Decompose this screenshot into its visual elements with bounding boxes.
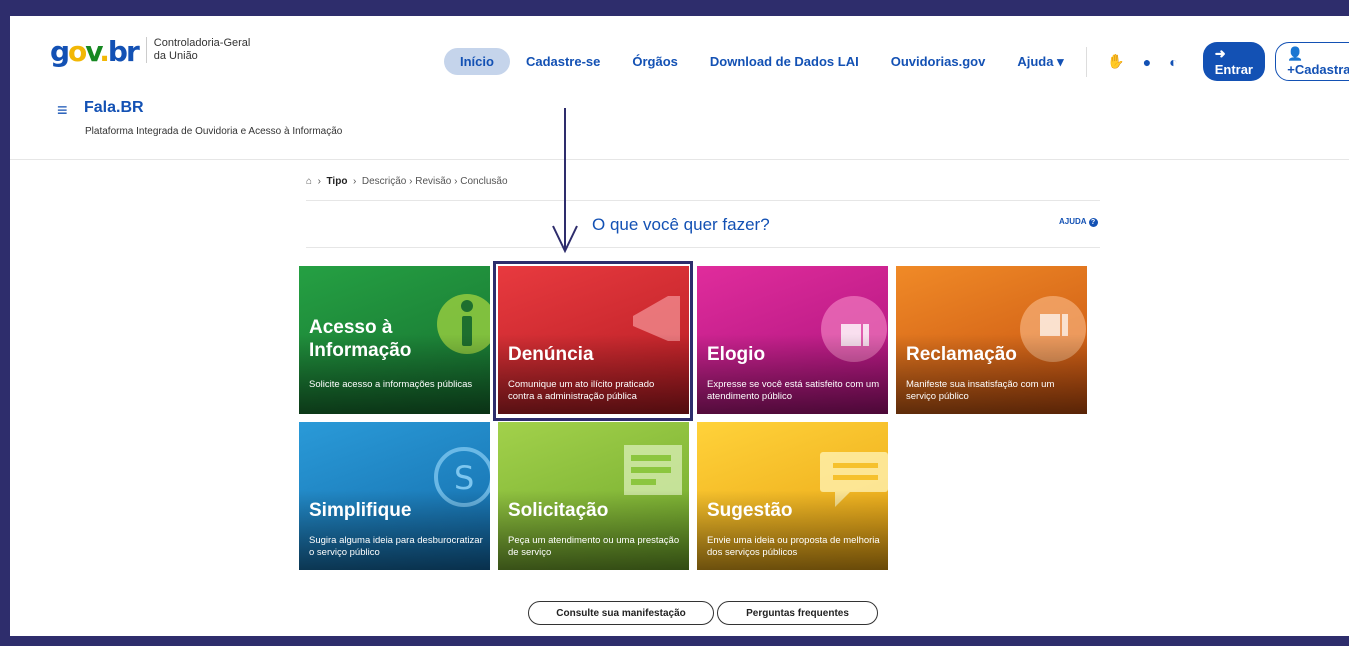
card-solicitacao[interactable]: Solicitação Peça um atendimento ou uma p… — [498, 422, 689, 570]
card-reclamacao[interactable]: Reclamação Manifeste sua insatisfação co… — [896, 266, 1087, 414]
login-icon: ➜ — [1214, 46, 1226, 61]
system-subtitle: Plataforma Integrada de Ouvidoria e Aces… — [85, 126, 343, 137]
nav-divider — [1085, 46, 1087, 77]
entrar-button[interactable]: ➜ Entrar — [1202, 42, 1266, 81]
card-title: Sugestão — [707, 500, 793, 521]
card-title: Acesso à Informação — [309, 317, 412, 361]
card-acesso-informacao[interactable]: Acesso à Informação Solicite acesso a in… — [299, 266, 490, 414]
help-icon: ? — [1088, 218, 1098, 227]
card-description: Solicite acesso a informações públicas — [309, 379, 473, 390]
consulte-manifestacao-button[interactable]: Consulte sua manifestação — [528, 601, 714, 625]
breadcrumb-current: Tipo — [326, 176, 348, 187]
breadcrumb-steps: Descrição › Revisão › Conclusão — [361, 176, 508, 187]
hamburger-menu-icon[interactable]: ≡ — [57, 100, 68, 121]
card-title: Solicitação — [508, 500, 609, 521]
card-elogio[interactable]: Elogio Expresse se você está satisfeito … — [697, 266, 888, 414]
home-icon[interactable]: ⌂ — [306, 176, 312, 187]
nav-download-dados-lai[interactable]: Download de Dados LAI — [694, 48, 875, 75]
nav-ouvidorias-gov[interactable]: Ouvidorias.gov — [875, 48, 1002, 75]
nav-ajuda-dropdown[interactable]: Ajuda ▾ — [1001, 48, 1079, 76]
help-link[interactable]: AJUDA ? — [1059, 217, 1098, 227]
divider-top — [306, 200, 1100, 201]
card-simplifique[interactable]: S Simplifique Sugira alguma ideia para d… — [299, 422, 490, 570]
card-description: Peça um atendimento ou uma prestação de … — [508, 535, 680, 558]
nav-cadastre-se[interactable]: Cadastre-se — [510, 48, 616, 75]
card-title: Reclamação — [906, 344, 1017, 365]
breadcrumb: ⌂ › Tipo › Descrição › Revisão › Conclus… — [306, 176, 508, 187]
card-description: Manifeste sua insatisfação com um serviç… — [906, 379, 1055, 402]
cadastrar-button[interactable]: 👤+Cadastrar — [1275, 42, 1349, 81]
govbr-logo[interactable]: gov.br Controladoria-Geral da União — [50, 37, 250, 67]
card-description: Expresse se você está satisfeito com um … — [707, 379, 880, 402]
card-title: Elogio — [707, 344, 766, 365]
card-sugestao[interactable]: Sugestão Envie uma ideia ou proposta de … — [697, 422, 888, 570]
govbr-wordmark: gov.br — [50, 35, 140, 68]
vlibras-hand-icon[interactable]: ✋ — [1107, 53, 1124, 70]
perguntas-frequentes-button[interactable]: Perguntas frequentes — [717, 601, 878, 625]
denuncia-highlight-box — [493, 261, 693, 421]
page-frame: gov.br Controladoria-Geral da União Iníc… — [10, 16, 1349, 636]
main-nav: Início Cadastre-se Órgãos Download de Da… — [444, 42, 1349, 81]
site-header: gov.br Controladoria-Geral da União Iníc… — [10, 16, 1349, 160]
card-description: Sugira alguma ideia para desburocratizar… — [309, 535, 483, 558]
nav-inicio[interactable]: Início — [444, 48, 510, 75]
annotation-arrow — [552, 108, 578, 254]
card-description: Envie uma ideia ou proposta de melhoria … — [707, 535, 880, 558]
cookie-icon[interactable]: ● — [1143, 54, 1151, 70]
org-name: Controladoria-Geral da União — [145, 37, 250, 63]
page-question: O que você quer fazer? — [592, 215, 770, 234]
contrast-icon[interactable]: ◐ — [1169, 54, 1177, 70]
system-title[interactable]: Fala.BR — [84, 99, 144, 117]
divider-bottom — [306, 247, 1100, 248]
nav-orgaos[interactable]: Órgãos — [616, 48, 694, 75]
card-title: Simplifique — [309, 500, 412, 521]
